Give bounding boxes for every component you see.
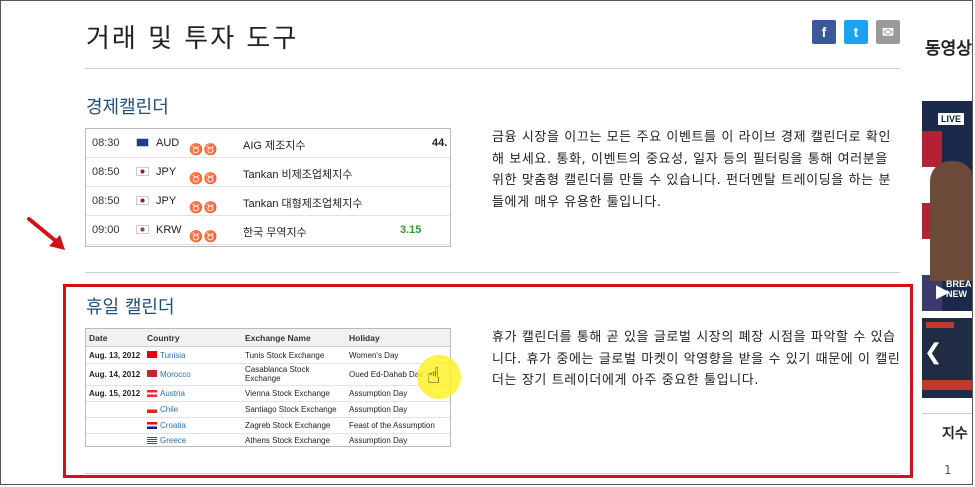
economic-row: 08:50 JPY ♉♉ ♉ Tankan 대형제조업체지수	[86, 187, 450, 216]
economic-row: 09:00 KRW ♉ ♉♉ 한국 무역지수 3.15	[86, 216, 450, 245]
chevron-left-icon[interactable]: ❮	[924, 340, 942, 365]
email-share-icon[interactable]: ✉	[876, 20, 900, 44]
live-bar	[926, 322, 954, 328]
japan-flag-icon	[136, 167, 149, 176]
event-name: Tankan 대형제조업체지수	[243, 198, 363, 210]
highlight-box	[63, 284, 913, 478]
economic-calendar-description: 금융 시장을 이끄는 모든 주요 이벤트를 이 라이브 경제 캘린더로 확인해 …	[492, 130, 892, 210]
economic-calendar-title[interactable]: 경제캘린더	[86, 93, 169, 119]
event-time: 08:50	[92, 195, 120, 207]
divider	[85, 68, 900, 69]
facebook-share-icon[interactable]: f	[812, 20, 836, 44]
currency-code: KRW	[156, 224, 182, 236]
video-caption: BREA NEW	[946, 279, 972, 299]
japan-flag-icon	[136, 196, 149, 205]
page-title: 거래 및 투자 도구	[86, 24, 299, 54]
divider	[85, 473, 900, 474]
annotation-arrow-icon	[27, 217, 65, 250]
event-name: 한국 무역지수	[243, 227, 307, 239]
event-value: 44.	[432, 137, 448, 149]
event-time: 09:00	[92, 224, 120, 236]
divider	[85, 272, 900, 273]
speaker-image	[930, 161, 972, 281]
twitter-share-icon[interactable]: t	[844, 20, 868, 44]
browser-frame: 거래 및 투자 도구 f t ✉ 경제캘린더 08:30 AUD ♉ ♉♉ AIG…	[0, 0, 973, 485]
event-name: AIG 제조지수	[243, 140, 306, 152]
australia-flag-icon	[136, 138, 149, 147]
divider	[922, 413, 972, 414]
video-thumbnail[interactable]: LIVE ▶ BREA NEW	[922, 101, 972, 311]
event-value: 3.15	[400, 224, 422, 236]
economic-row: 08:50 JPY ♉ ♉♉ Tankan 비제조업체지수	[86, 158, 450, 187]
video-thumbnail-secondary[interactable]: ❮	[922, 318, 972, 398]
currency-code: AUD	[156, 137, 180, 149]
currency-code: JPY	[156, 166, 177, 178]
live-badge: LIVE	[938, 113, 965, 125]
video-section-title: 동영상	[925, 39, 972, 59]
economic-row: 08:30 AUD ♉ ♉♉ AIG 제조지수 44.	[86, 129, 450, 158]
index-number: 1	[944, 463, 952, 477]
currency-code: JPY	[156, 195, 177, 207]
event-time: 08:50	[92, 166, 120, 178]
news-strip	[922, 380, 972, 390]
index-tab-label[interactable]: 지수	[942, 423, 968, 443]
economic-calendar-thumbnail[interactable]: 08:30 AUD ♉ ♉♉ AIG 제조지수 44. 08:50 JPY ♉ ♉♉…	[85, 128, 451, 247]
korea-flag-icon	[136, 225, 149, 234]
event-name: Tankan 비제조업체지수	[243, 169, 353, 181]
event-time: 08:30	[92, 137, 120, 149]
